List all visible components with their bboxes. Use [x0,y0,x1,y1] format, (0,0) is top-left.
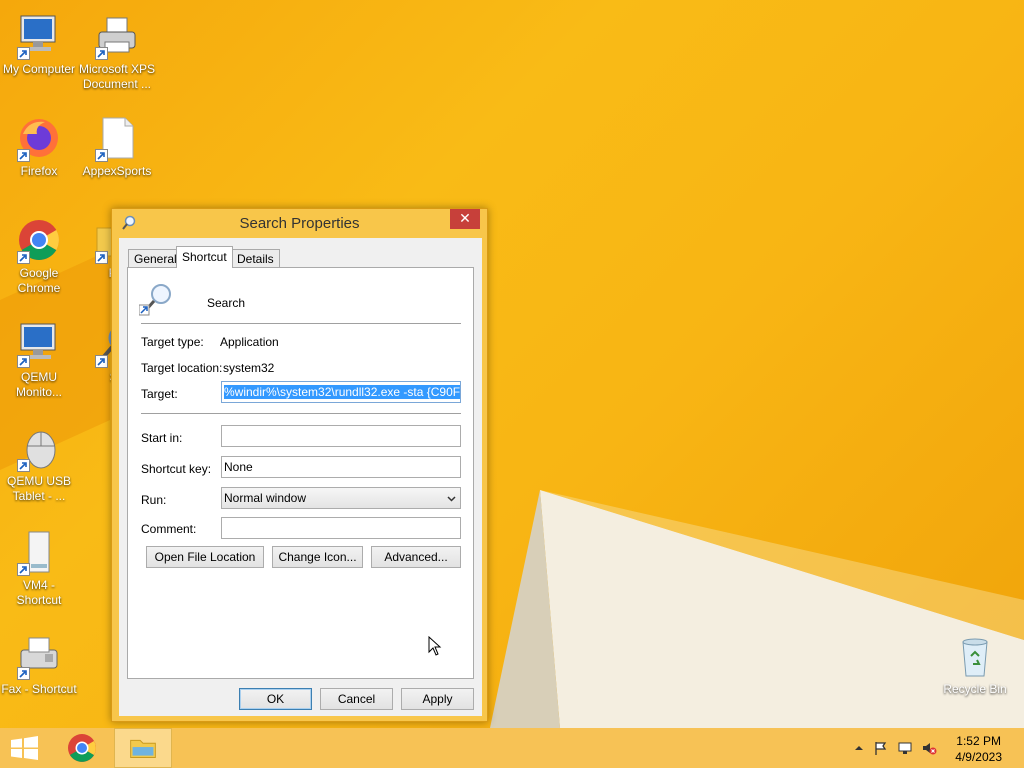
shortcut-key-label: Shortcut key: [141,462,212,476]
start-in-field[interactable] [221,425,461,447]
comment-label: Comment: [141,522,197,536]
desktop-icon-label: QEMU Monito... [15,370,63,399]
start-in-label: Start in: [141,431,183,445]
desktop-icon-recycle-bin[interactable]: Recycle Bin [936,632,1014,697]
target-location-label: Target location: [141,361,223,375]
shortcut-arrow-icon [95,355,108,368]
shortcut-key-field[interactable]: None [221,456,461,478]
desktop-icon-qemu-usb-tablet[interactable]: QEMU USB Tablet - ... [0,424,78,504]
dialog-titlebar[interactable]: Search Properties ✕ [112,209,487,238]
target-location-value: system32 [223,361,275,375]
desktop-icon-xps-document-writer[interactable]: Microsoft XPS Document ... [78,12,156,92]
run-select-value: Normal window [224,491,307,505]
separator [141,323,461,324]
desktop-icon-my-computer[interactable]: My Computer [0,12,78,77]
shortcut-tab-panel: Search Target type: Application Target l… [127,267,474,679]
chevron-down-icon [447,496,456,502]
run-label: Run: [141,493,167,507]
desktop-icon-fax[interactable]: Fax - Shortcut [0,632,78,697]
desktop-icon-google-chrome[interactable]: Google Chrome [0,216,78,296]
comment-field[interactable] [221,517,461,539]
start-button[interactable] [0,728,50,768]
volume-muted-icon[interactable] [921,740,937,756]
shortcut-arrow-icon [17,47,30,60]
desktop-icon-vm4[interactable]: VM4 - Shortcut [0,528,78,608]
clock-date: 4/9/2023 [955,750,1002,764]
desktop-icon-label: Recycle Bin [943,682,1007,696]
target-field-value: %windir%\system32\rundll32.exe -sta {C90… [224,385,460,399]
change-icon-button[interactable]: Change Icon... [272,546,363,568]
shortcut-arrow-icon [95,47,108,60]
search-icon [139,284,171,316]
desktop-icon-label: QEMU USB Tablet - ... [6,474,71,503]
tab-details[interactable]: Details [231,249,280,268]
target-type-value: Application [220,335,279,349]
action-center-flag-icon[interactable] [873,740,889,756]
desktop-icon-label: My Computer [2,62,76,76]
taskbar-clock[interactable]: 1:52 PM 4/9/2023 [955,733,1002,765]
desktop-icon-firefox[interactable]: Firefox [0,114,78,179]
apply-button[interactable]: Apply [401,688,474,710]
open-file-location-button[interactable]: Open File Location [146,546,264,568]
shortcut-arrow-icon [17,251,30,264]
shortcut-arrow-icon [95,251,108,264]
shortcut-arrow-icon [95,149,108,162]
shortcut-arrow-icon [17,563,30,576]
shortcut-arrow-icon [17,667,30,680]
dialog-title: Search Properties [239,215,360,232]
show-hidden-icons-icon[interactable] [851,740,867,756]
taskbar: 1:52 PM 4/9/2023 [0,728,1024,768]
recycle-bin-icon [962,638,988,677]
run-select[interactable]: Normal window [221,487,461,509]
target-type-label: Target type: [141,335,204,349]
shortcut-name: Search [207,296,246,310]
close-button[interactable]: ✕ [450,209,480,229]
desktop-icon-label: Google Chrome [17,266,61,295]
file-explorer-icon [130,739,156,758]
windows-logo-icon [11,736,38,760]
mouse-cursor-icon [428,636,442,656]
ok-button[interactable]: OK [239,688,312,710]
chrome-icon [68,734,96,762]
shortcut-arrow-icon [17,355,30,368]
desktop-icon-label: Microsoft XPS Document ... [78,62,156,91]
shortcut-arrow-icon [17,149,30,162]
clock-time: 1:52 PM [956,734,1001,748]
shortcut-arrow-icon [17,459,30,472]
target-field[interactable]: %windir%\system32\rundll32.exe -sta {C90… [221,381,461,403]
tab-shortcut[interactable]: Shortcut [176,246,233,268]
network-icon[interactable] [897,740,913,756]
desktop-icon-appexsports[interactable]: AppexSports [78,114,156,179]
desktop-icon-label: Firefox [20,164,58,178]
taskbar-explorer-button[interactable] [114,728,172,768]
desktop-icon-label: VM4 - Shortcut [16,578,62,607]
desktop-icon-qemu-monitor[interactable]: QEMU Monito... [0,320,78,400]
separator [141,413,461,414]
desktop-icon-label: Fax - Shortcut [1,682,77,696]
target-label: Target: [141,387,178,401]
desktop-icon-label: AppexSports [82,164,152,178]
tab-general[interactable]: General [128,249,183,268]
advanced-button[interactable]: Advanced... [371,546,461,568]
cancel-button[interactable]: Cancel [320,688,393,710]
taskbar-chrome-button[interactable] [56,728,108,768]
